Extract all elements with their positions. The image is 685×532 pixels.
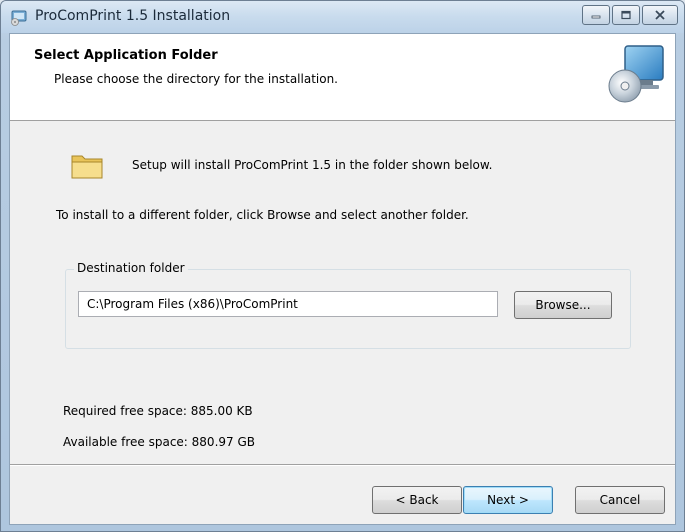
instruction-text: To install to a different folder, click … <box>56 208 469 222</box>
browse-button[interactable]: Browse... <box>514 291 612 319</box>
window-title: ProComPrint 1.5 Installation <box>35 8 231 24</box>
minimize-icon <box>591 15 601 19</box>
page-title: Select Application Folder <box>34 48 218 63</box>
intro-text: Setup will install ProComPrint 1.5 in th… <box>132 158 493 172</box>
back-button[interactable]: < Back <box>372 486 462 514</box>
cancel-button[interactable]: Cancel <box>575 486 665 514</box>
page-subtitle: Please choose the directory for the inst… <box>54 72 338 86</box>
destination-path-input[interactable] <box>78 291 498 317</box>
close-icon <box>655 10 665 20</box>
maximize-button[interactable] <box>612 5 640 25</box>
app-icon <box>11 10 27 26</box>
window-controls <box>582 5 678 25</box>
folder-icon <box>71 155 103 179</box>
maximize-icon <box>621 10 631 20</box>
wizard-header: Select Application Folder Please choose … <box>10 34 675 121</box>
dialog-client: Select Application Folder Please choose … <box>9 33 676 525</box>
footer-divider <box>10 464 675 466</box>
required-space-text: Required free space: 885.00 KB <box>63 404 253 418</box>
installer-window: ProComPrint 1.5 Installation Select Appl… <box>0 0 685 532</box>
close-button[interactable] <box>642 5 678 25</box>
minimize-button[interactable] <box>582 5 610 25</box>
computer-disc-icon <box>608 45 664 103</box>
next-button[interactable]: Next > <box>463 486 553 514</box>
title-bar[interactable]: ProComPrint 1.5 Installation <box>1 1 684 33</box>
available-space-text: Available free space: 880.97 GB <box>63 435 255 449</box>
destination-legend: Destination folder <box>74 261 188 275</box>
